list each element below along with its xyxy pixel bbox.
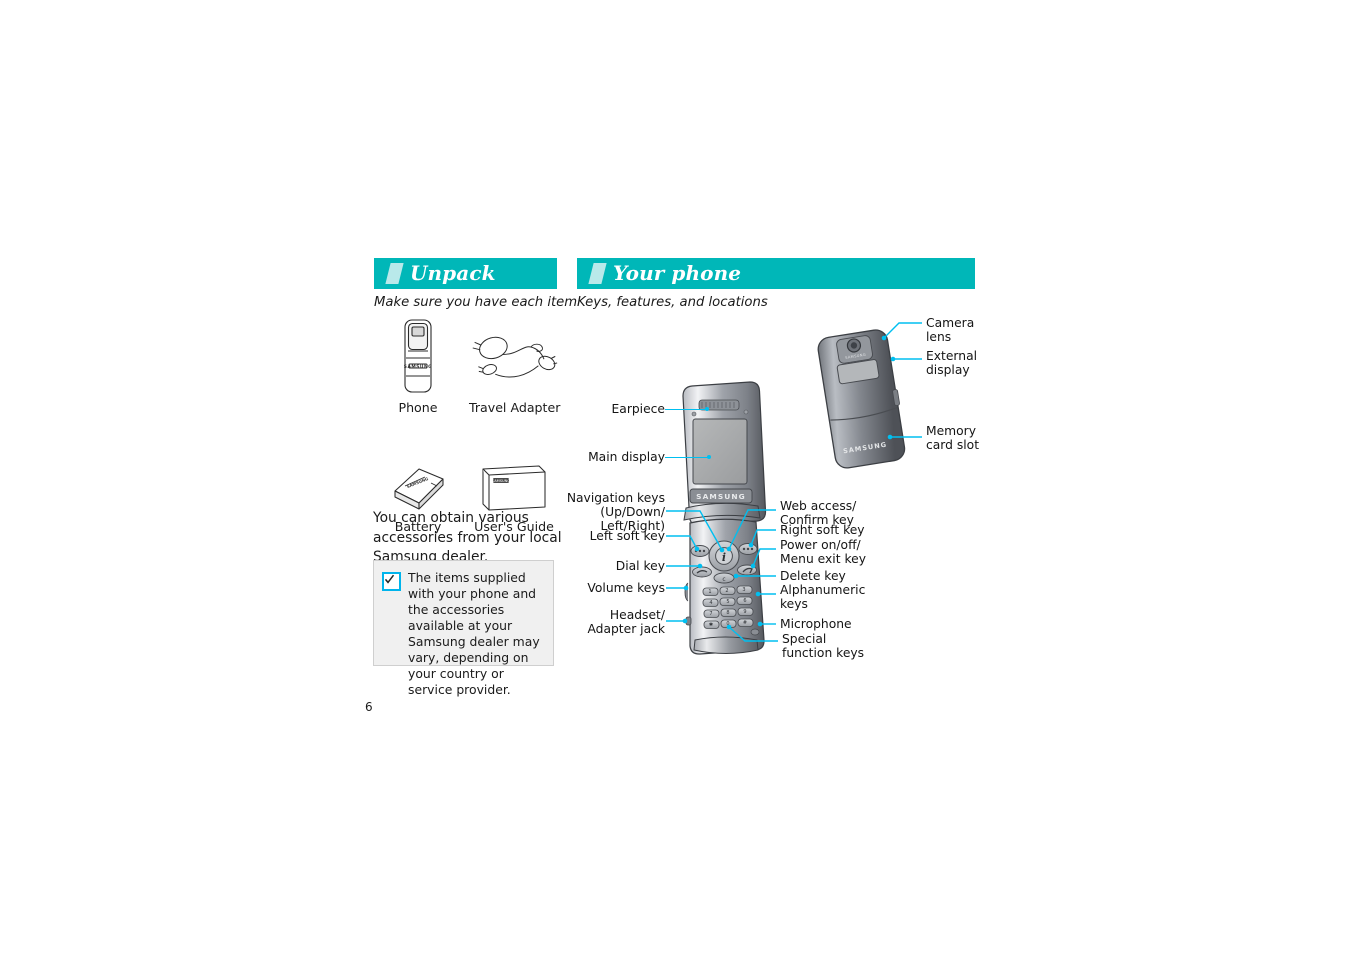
label-external-display-line1: External xyxy=(926,349,978,363)
label-web-access-line1: Web access/ xyxy=(780,499,857,513)
manual-page: Unpack Make sure you have each item SAMS… xyxy=(0,0,1350,954)
label-headset-adapter-jack: Headset/ Adapter jack xyxy=(490,608,665,637)
label-power-menu-exit-key: Power on/off/ Menu exit key xyxy=(780,538,866,567)
label-camera-lens: Camera lens xyxy=(926,316,975,345)
label-alphanumeric-keys: Alphanumeric keys xyxy=(780,583,866,612)
label-main-display: Main display xyxy=(588,450,665,464)
label-memory-card-line2: card slot xyxy=(926,437,980,452)
label-delete-key: Delete key xyxy=(780,569,846,583)
label-special-keys-line2: function keys xyxy=(782,645,865,660)
label-navigation-keys-line1: Navigation keys xyxy=(566,491,665,505)
label-headset-jack-line1: Headset/ xyxy=(609,608,665,622)
label-camera-lens-line1: Camera xyxy=(926,316,975,330)
label-special-keys-line1: Special xyxy=(782,632,827,646)
label-external-display-line2: display xyxy=(926,362,970,377)
label-headset-jack-line2: Adapter jack xyxy=(587,621,665,636)
label-left-soft-key: Left soft key xyxy=(589,529,665,543)
label-dial-key: Dial key xyxy=(615,559,665,573)
label-navigation-keys-line2: (Up/Down/ xyxy=(600,504,665,519)
label-memory-card-slot: Memory card slot xyxy=(926,424,980,453)
label-special-function-keys: Special function keys xyxy=(782,632,865,661)
label-memory-card-line1: Memory xyxy=(926,424,977,438)
label-alphanumeric-line1: Alphanumeric xyxy=(780,583,866,597)
leader-lines-overlay xyxy=(666,322,922,642)
label-navigation-keys: Navigation keys (Up/Down/ Left/Right) xyxy=(480,491,665,533)
label-external-display: External display xyxy=(926,349,978,378)
label-right-soft-key: Right soft key xyxy=(780,523,865,537)
label-volume-keys: Volume keys xyxy=(587,581,665,595)
label-alphanumeric-line2: keys xyxy=(780,596,808,611)
label-earpiece: Earpiece xyxy=(611,402,665,416)
label-power-key-line1: Power on/off/ xyxy=(780,538,861,552)
label-microphone: Microphone xyxy=(780,617,852,631)
label-power-key-line2: Menu exit key xyxy=(780,551,866,566)
label-camera-lens-line2: lens xyxy=(926,329,952,344)
